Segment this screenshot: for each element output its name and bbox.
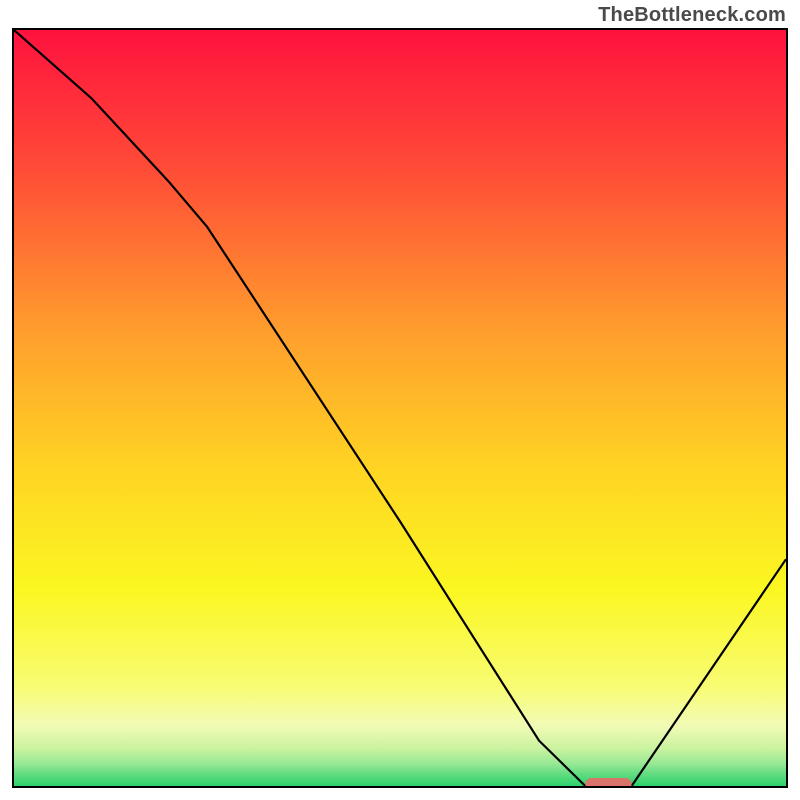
plot-area: [12, 28, 788, 788]
optimal-marker: [585, 778, 631, 786]
watermark-label: TheBottleneck.com: [598, 4, 786, 27]
chart-svg: [14, 30, 786, 786]
gradient-background: [14, 30, 786, 786]
chart-frame: TheBottleneck.com: [0, 0, 800, 800]
